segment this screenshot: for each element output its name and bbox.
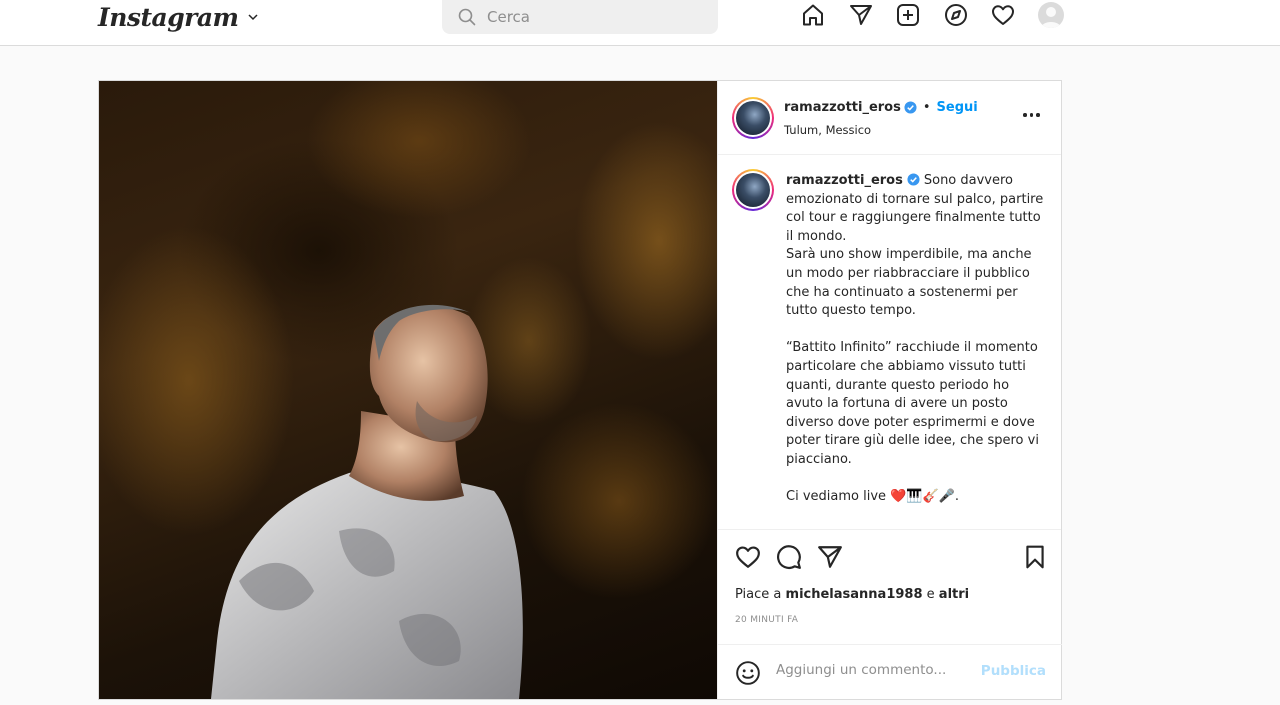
comment-input[interactable] [776,662,976,678]
search-icon [458,8,476,26]
avatar[interactable] [732,97,774,139]
instagram-logo[interactable]: Instagram [98,0,259,34]
explore-icon[interactable] [943,2,969,28]
nav-icons [800,2,1064,28]
new-post-icon[interactable] [895,2,921,28]
post-photo[interactable] [99,81,717,699]
likes-line: Piace a michelasanna1988 e altri [735,587,969,602]
direct-icon[interactable] [848,2,874,28]
search-input[interactable] [487,8,687,26]
share-icon[interactable] [817,544,843,570]
comment-icon[interactable] [776,544,802,570]
emoji-icon[interactable] [735,660,761,686]
likes-others[interactable]: altri [939,587,969,602]
header-user: ramazzotti_eros • Segui [784,100,978,115]
search-box[interactable] [442,0,718,34]
separator-dot: • [922,100,931,115]
caption-username[interactable]: ramazzotti_eros [786,173,903,188]
top-nav: Instagram [0,0,1280,46]
caption-avatar[interactable] [732,169,774,211]
comment-bar: Pubblica [718,644,1062,699]
avatar-image [736,101,770,135]
profile-avatar[interactable] [1037,2,1064,28]
logo-text: Instagram [98,2,239,32]
bookmark-icon[interactable] [1022,544,1048,570]
post-card: ramazzotti_eros • Segui Tulum, Messico r… [98,80,1062,700]
activity-icon[interactable] [990,2,1016,28]
post-sidebar: ramazzotti_eros • Segui Tulum, Messico r… [717,81,1062,699]
follow-button[interactable]: Segui [937,100,978,115]
post-header: ramazzotti_eros • Segui Tulum, Messico [718,81,1061,155]
avatar-image [736,173,770,207]
action-bar [718,530,1062,586]
likes-prefix: Piace a [735,587,782,602]
liker-username[interactable]: michelasanna1988 [786,587,923,602]
chevron-down-icon[interactable] [247,11,259,23]
like-icon[interactable] [735,544,761,570]
home-icon[interactable] [800,2,826,28]
username-link[interactable]: ramazzotti_eros [784,100,901,115]
more-options-icon[interactable] [1023,109,1043,121]
caption-body: Sono davvero emozionato di tornare sul p… [786,173,1044,505]
likes-conj: e [926,587,935,602]
publish-button[interactable]: Pubblica [981,663,1046,679]
post-timestamp[interactable]: 20 MINUTI FA [735,615,798,625]
caption-section: ramazzotti_eros Sono davvero emozionato d… [718,155,1061,530]
verified-badge-icon [907,173,920,186]
verified-badge-icon [904,101,917,114]
location-link[interactable]: Tulum, Messico [784,123,871,137]
caption-text: ramazzotti_eros Sono davvero emozionato d… [786,172,1046,507]
post-photo-figure [211,304,523,699]
